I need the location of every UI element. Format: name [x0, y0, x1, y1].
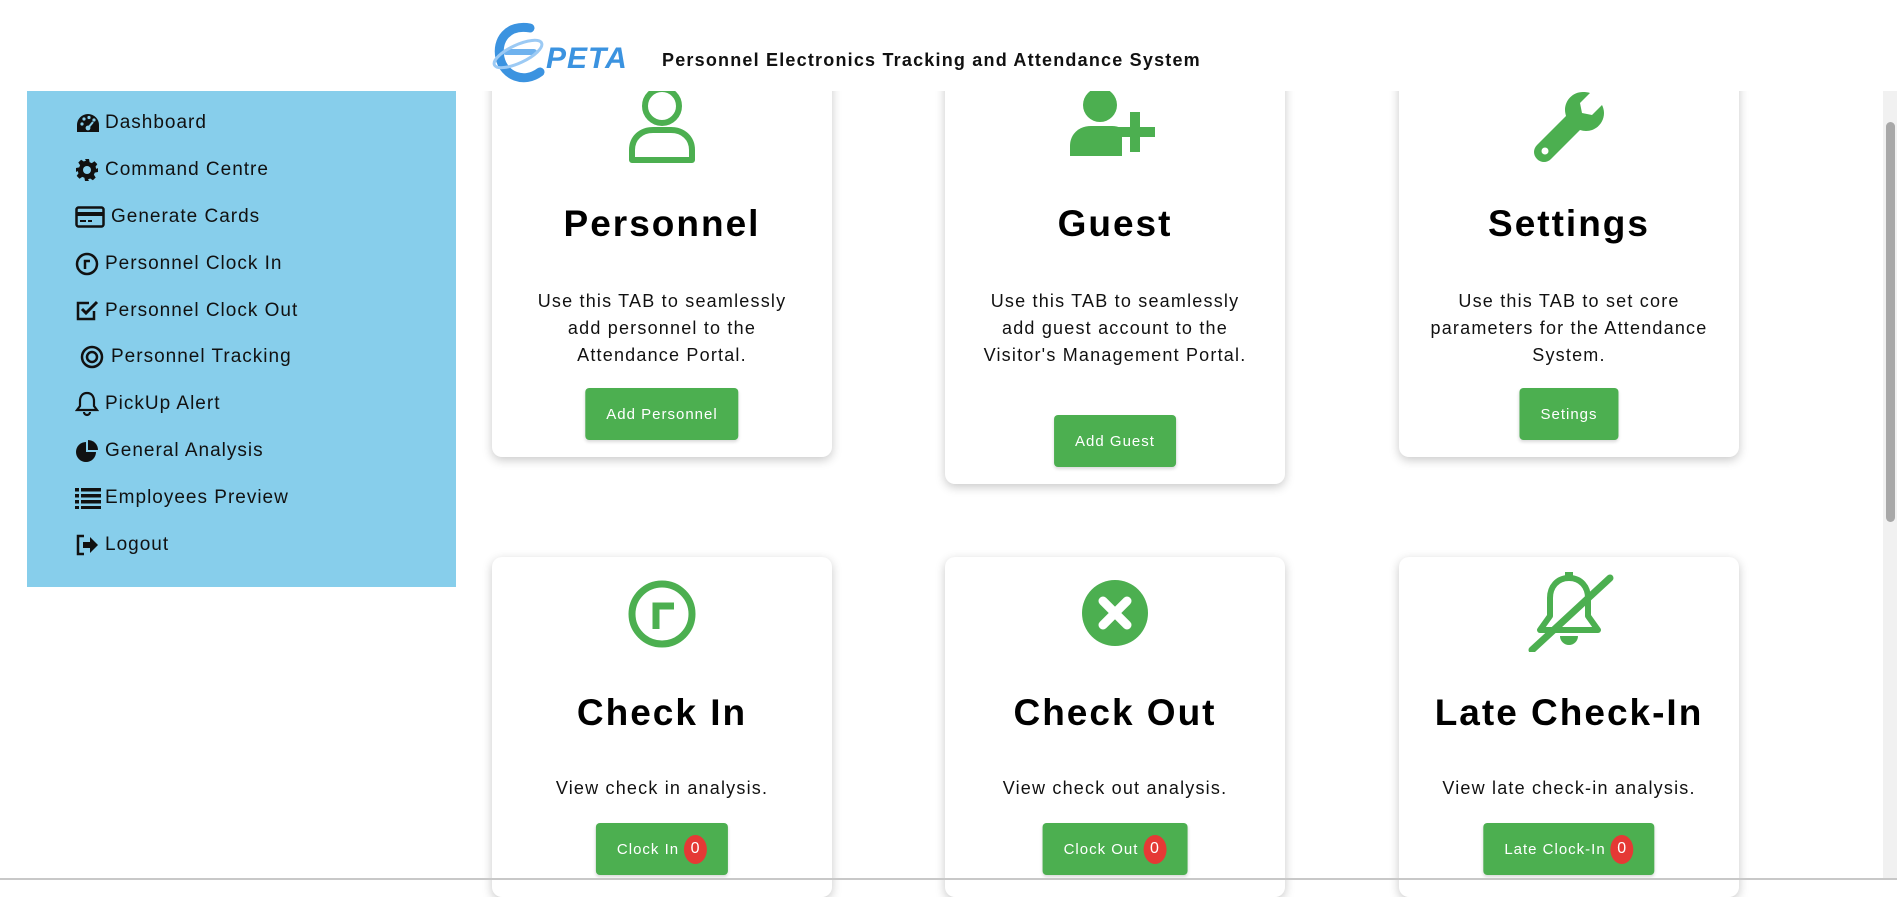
card-description: View late check-in analysis.: [1442, 778, 1696, 798]
sidebar-item-employees-preview[interactable]: Employees Preview: [75, 484, 289, 512]
list-icon: [75, 484, 103, 512]
button-label: Clock Out: [1063, 840, 1139, 858]
card-title: Check Out: [1013, 692, 1217, 733]
count-badge: 0: [1610, 834, 1634, 864]
user-icon: [492, 84, 832, 164]
sidebar-item-label: Logout: [105, 534, 170, 555]
user-plus-icon: [945, 86, 1285, 160]
peta-logo[interactable]: PETA: [490, 18, 630, 92]
clock-out-button[interactable]: Clock Out 0: [1042, 823, 1188, 875]
scrollbar-thumb[interactable]: [1886, 122, 1895, 522]
sidebar-item-dashboard[interactable]: Dashboard: [75, 109, 207, 137]
clock-in-button[interactable]: Clock In 0: [595, 823, 729, 875]
bell-slash-icon: [1399, 572, 1739, 652]
add-personnel-button[interactable]: Add Personnel: [585, 388, 739, 440]
header: PETA Personnel Electronics Tracking and …: [0, 0, 1897, 91]
gear-icon: [75, 156, 103, 184]
sidebar-item-label: Personnel Clock Out: [105, 300, 299, 321]
check-out-card: Check Out View check out analysis. Clock…: [945, 557, 1285, 897]
clock-circle-icon: [492, 580, 832, 648]
card-description: Use this TAB to seamlessly add guest acc…: [983, 291, 1247, 365]
sidebar-item-label: General Analysis: [105, 440, 264, 461]
card-title: Check In: [576, 692, 748, 733]
card-title: Settings: [1488, 203, 1650, 244]
checkbox-icon: [75, 297, 103, 325]
card-description: View check out analysis.: [1002, 778, 1228, 798]
credit-card-icon: [75, 203, 109, 231]
add-guest-button[interactable]: Add Guest: [1054, 415, 1176, 467]
sidebar-item-label: Personnel Clock In: [105, 253, 283, 274]
card-description: Use this TAB to seamlessly add personnel…: [537, 291, 787, 365]
sidebar-item-personnel-tracking[interactable]: Personnel Tracking: [75, 343, 292, 371]
clock-icon: [75, 250, 103, 278]
sidebar-item-personnel-clock-in[interactable]: Personnel Clock In: [75, 250, 282, 278]
sidebar: Dashboard Command Centre Generate Cards …: [27, 91, 456, 587]
sidebar-item-label: Dashboard: [105, 112, 207, 133]
late-check-in-card: Late Check-In View late check-in analysi…: [1399, 557, 1739, 897]
sidebar-item-generate-cards[interactable]: Generate Cards: [75, 203, 260, 231]
sidebar-item-label: Generate Cards: [111, 206, 261, 227]
logo-swirl-icon: [492, 22, 545, 83]
x-circle-icon: [945, 579, 1285, 647]
settings-button[interactable]: Setings: [1519, 388, 1619, 440]
sidebar-item-command-centre[interactable]: Command Centre: [75, 156, 269, 184]
count-badge: 0: [1143, 834, 1167, 864]
sign-out-icon: [75, 531, 103, 559]
card-description: View check in analysis.: [555, 778, 769, 798]
sidebar-item-general-analysis[interactable]: General Analysis: [75, 437, 264, 465]
vertical-scrollbar[interactable]: [1883, 0, 1897, 880]
card-title: Guest: [1057, 203, 1173, 244]
logo-text: PETA: [546, 42, 628, 75]
bell-icon: [75, 390, 103, 418]
dashboard-gauge-icon: [75, 109, 103, 137]
count-badge: 0: [684, 834, 708, 864]
late-clock-in-button[interactable]: Late Clock-In 0: [1483, 823, 1655, 875]
sidebar-item-personnel-clock-out[interactable]: Personnel Clock Out: [75, 297, 298, 325]
sidebar-item-logout[interactable]: Logout: [75, 531, 169, 559]
sidebar-item-label: Personnel Tracking: [111, 346, 292, 367]
pie-chart-icon: [75, 437, 103, 465]
card-title: Late Check-In: [1434, 692, 1704, 733]
sidebar-item-label: PickUp Alert: [105, 393, 221, 414]
card-title: Personnel: [563, 203, 761, 244]
guest-card: Guest Use this TAB to seamlessly add gue…: [945, 62, 1285, 484]
sidebar-item-label: Employees Preview: [105, 487, 289, 508]
settings-card: Settings Use this TAB to set core parame…: [1399, 62, 1739, 457]
sidebar-item-label: Command Centre: [105, 159, 269, 180]
button-label: Clock In: [616, 840, 680, 858]
button-label: Late Clock-In: [1504, 840, 1606, 858]
wrench-icon: [1399, 88, 1739, 164]
card-description: Use this TAB to set core parameters for …: [1430, 291, 1708, 365]
check-in-card: Check In View check in analysis. Clock I…: [492, 557, 832, 897]
sidebar-item-pickup-alert[interactable]: PickUp Alert: [75, 390, 220, 418]
personnel-card: Personnel Use this TAB to seamlessly add…: [492, 62, 832, 457]
app-title: Personnel Electronics Tracking and Atten…: [662, 50, 1201, 70]
target-icon: [75, 343, 109, 371]
